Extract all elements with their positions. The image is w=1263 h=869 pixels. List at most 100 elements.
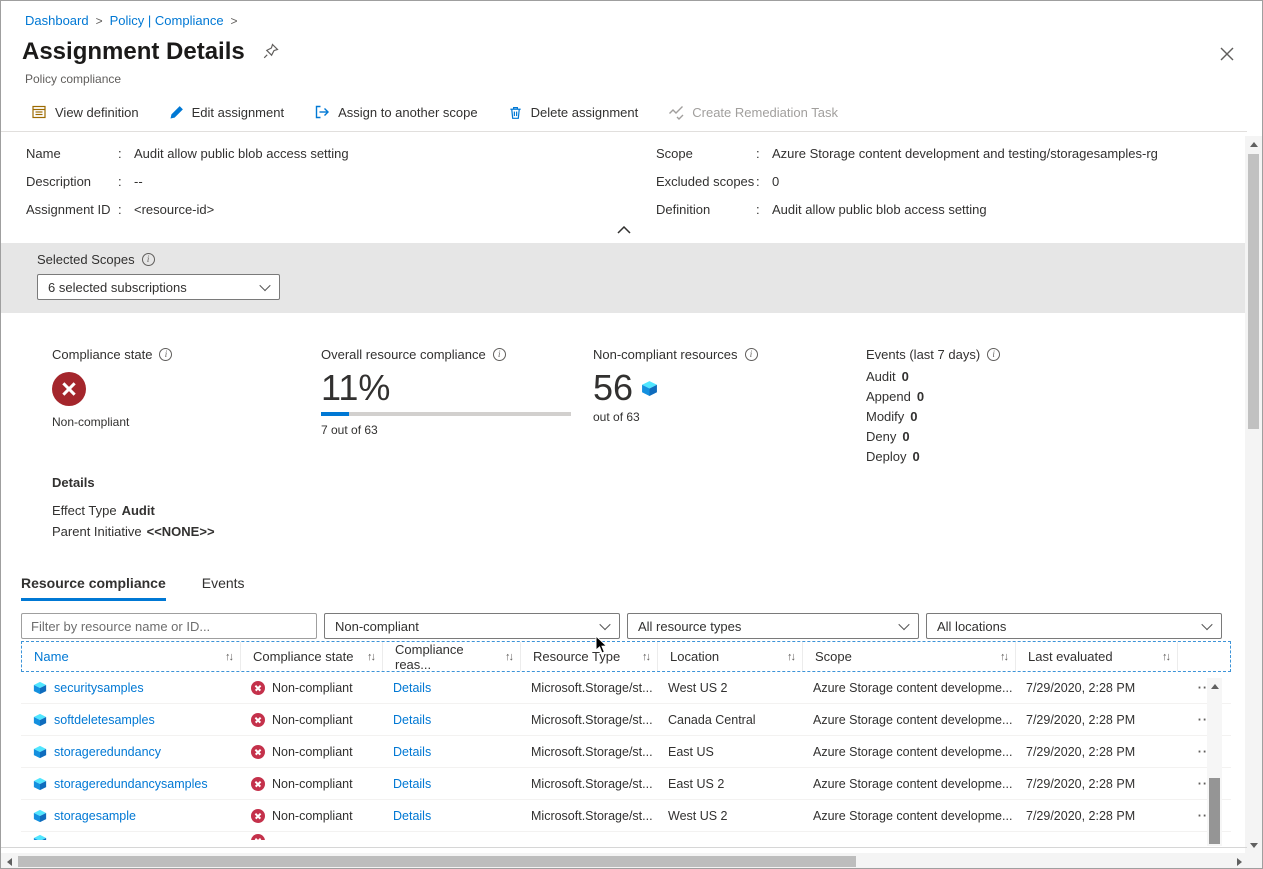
row-menu-button[interactable]: ··· [1176,809,1231,823]
scope-cell: Azure Storage content developme... [813,777,1012,791]
meta-label: Scope [656,146,756,161]
edit-assignment-button[interactable]: Edit assignment [169,105,285,120]
chevron-down-icon [1201,619,1212,630]
toolbar-label: Delete assignment [531,105,639,120]
selected-scopes-dropdown[interactable]: 6 selected subscriptions [37,274,280,300]
table-scrollbar-thumb[interactable] [1209,778,1220,844]
page-subtitle: Policy compliance [25,72,121,86]
scroll-left-button[interactable] [1,853,17,869]
meta-separator: : [118,202,134,217]
pin-icon[interactable] [263,43,279,62]
resource-type-dropdown[interactable]: All resource types [627,613,919,639]
details-link[interactable]: Details [393,777,431,791]
resource-name-link[interactable]: storageredundancysamples [54,777,208,791]
location-dropdown-value: All locations [937,619,1006,634]
info-icon[interactable] [159,348,172,361]
resource-name-link[interactable]: softdeletesamples [54,713,155,727]
breadcrumb-separator: > [96,14,103,28]
scroll-down-button[interactable] [1245,837,1262,853]
details-link[interactable]: Details [393,713,431,727]
column-header-name[interactable]: Name↑↓ [22,642,240,671]
compliance-percent: 11% [321,368,571,408]
view-definition-button[interactable]: View definition [31,104,139,120]
scroll-up-button[interactable] [1245,136,1262,152]
effect-type-value: Audit [122,503,155,518]
resource-cube-icon [33,777,47,791]
selected-scopes-section: Selected Scopes 6 selected subscriptions [1,243,1247,313]
tab-resource-compliance[interactable]: Resource compliance [21,575,166,601]
toolbar-label: Edit assignment [192,105,285,120]
resource-type-cell: Microsoft.Storage/st... [531,681,653,695]
location-cell: West US 2 [668,681,728,695]
column-header-resource-type[interactable]: Resource Type↑↓ [520,642,657,671]
close-button[interactable] [1218,45,1236,63]
chevron-down-icon [898,619,909,630]
meta-label: Definition [656,202,756,217]
sort-icon: ↑↓ [787,651,794,663]
row-menu-button[interactable]: ··· [1176,713,1231,727]
non-compliant-caption: out of 63 [593,410,758,424]
compliance-state-card: Compliance state Non-compliant [52,347,172,429]
meta-value: Audit allow public blob access setting [134,146,349,161]
row-menu-button[interactable]: ··· [1176,681,1231,695]
page-scrollbar-thumb[interactable] [1248,154,1259,429]
tab-events[interactable]: Events [202,575,245,601]
create-remediation-task-button[interactable]: Create Remediation Task [668,104,838,120]
column-header-location[interactable]: Location↑↓ [657,642,802,671]
parent-initiative-row: Parent Initiative<<NONE>> [52,521,215,542]
info-icon[interactable] [987,348,1000,361]
scroll-up-button[interactable] [1207,678,1222,694]
info-icon[interactable] [142,253,155,266]
page-vertical-scrollbar [1245,136,1262,853]
meta-row-scope: Scope : Azure Storage content developmen… [656,139,1226,167]
sort-icon: ↑↓ [225,651,232,663]
column-header-last-evaluated[interactable]: Last evaluated↑↓ [1015,642,1177,671]
non-compliant-icon [251,809,265,823]
location-dropdown[interactable]: All locations [926,613,1222,639]
resource-name-link[interactable]: securitysamples [54,681,144,695]
non-compliant-count: 56 [593,368,633,408]
horizontal-scrollbar-thumb[interactable] [18,856,856,867]
bottom-divider [1,847,1247,848]
table-header-row: Name↑↓ Compliance state↑↓ Compliance rea… [21,641,1231,672]
info-icon[interactable] [745,348,758,361]
resource-type-cell: Microsoft.Storage/st... [531,745,653,759]
table-row-partial [21,832,1231,840]
meta-row-name: Name : Audit allow public blob access se… [26,139,626,167]
resource-name-link[interactable]: storageredundancy [54,745,161,759]
column-header-scope[interactable]: Scope↑↓ [802,642,1015,671]
non-compliant-icon [251,777,265,791]
meta-label: Description [26,174,118,189]
event-item-append: Append0 [866,387,1000,407]
column-header-compliance-reason[interactable]: Compliance reas...↑↓ [382,642,520,671]
toolbar-divider [1,131,1247,132]
assign-scope-icon [314,104,330,120]
details-link[interactable]: Details [393,809,431,823]
meta-label: Excluded scopes [656,174,756,189]
breadcrumb-link-policy-compliance[interactable]: Policy | Compliance [110,13,224,28]
resource-filter-input[interactable] [21,613,317,639]
delete-assignment-button[interactable]: Delete assignment [508,105,639,120]
non-compliant-icon [251,834,265,840]
collapse-details-button[interactable] [617,222,631,237]
effect-type-label: Effect Type [52,503,117,518]
details-link[interactable]: Details [393,745,431,759]
compliance-state-dropdown[interactable]: Non-compliant [324,613,620,639]
compliance-progress-caption: 7 out of 63 [321,423,571,437]
meta-value: -- [134,174,143,189]
chevron-down-icon [599,619,610,630]
meta-value: Audit allow public blob access setting [772,202,987,217]
meta-row-excluded-scopes: Excluded scopes : 0 [656,167,1226,195]
breadcrumb-link-dashboard[interactable]: Dashboard [25,13,89,28]
details-link[interactable]: Details [393,681,431,695]
edit-pencil-icon [169,105,184,120]
column-header-actions [1177,642,1230,671]
meta-row-description: Description : -- [26,167,626,195]
row-menu-button[interactable]: ··· [1176,777,1231,791]
info-icon[interactable] [493,348,506,361]
assign-to-another-scope-button[interactable]: Assign to another scope [314,104,477,120]
column-header-compliance-state[interactable]: Compliance state↑↓ [240,642,382,671]
resource-name-link[interactable]: storagesample [54,809,136,823]
meta-separator: : [756,146,772,161]
row-menu-button[interactable]: ··· [1176,745,1231,759]
